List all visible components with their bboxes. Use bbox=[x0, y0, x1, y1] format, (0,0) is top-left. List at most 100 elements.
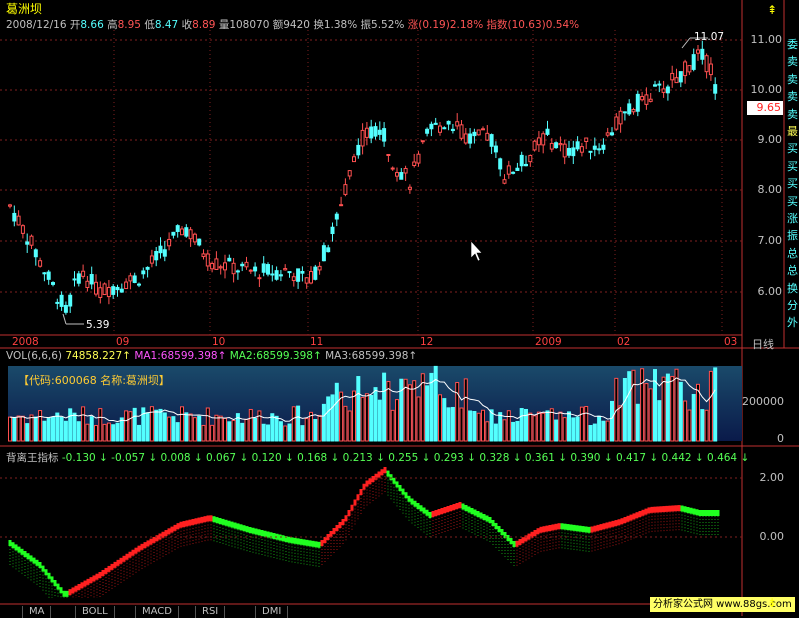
indicator-mark bbox=[545, 525, 549, 532]
volume-bar bbox=[631, 369, 636, 442]
indicator-mark bbox=[428, 512, 432, 518]
tab-rsi[interactable]: RSI bbox=[195, 606, 226, 618]
candle-body bbox=[395, 172, 399, 177]
tab-dmi[interactable]: DMI bbox=[255, 606, 289, 618]
side-button[interactable]: 买 bbox=[786, 160, 799, 174]
volume-bar bbox=[635, 403, 640, 442]
candle-body bbox=[33, 249, 38, 258]
x-label: 12 bbox=[420, 336, 434, 348]
candle-body bbox=[678, 71, 683, 83]
volume-bar bbox=[661, 376, 666, 442]
volume-bar bbox=[291, 406, 296, 442]
volume-bar bbox=[498, 412, 503, 442]
indicator-mark bbox=[227, 520, 231, 527]
side-button[interactable]: 买 bbox=[786, 195, 799, 209]
candle-body bbox=[8, 204, 12, 207]
indicator-mark bbox=[242, 525, 246, 532]
volume-bar bbox=[592, 423, 597, 442]
candle-body bbox=[352, 156, 356, 163]
volume-bar bbox=[657, 400, 662, 442]
volume-bar bbox=[601, 420, 606, 442]
side-button[interactable]: 卖 bbox=[786, 73, 799, 87]
side-button[interactable]: 买 bbox=[786, 177, 799, 191]
ma2-label: MA2: bbox=[229, 350, 257, 362]
volume-bar bbox=[94, 425, 98, 442]
candle-body bbox=[184, 227, 189, 237]
tab-boll[interactable]: BOLL bbox=[75, 606, 115, 618]
volume-bar bbox=[386, 381, 391, 442]
volume-bar bbox=[171, 416, 176, 442]
side-button[interactable]: 买 bbox=[786, 142, 799, 156]
volume-bar bbox=[124, 410, 129, 442]
side-button[interactable]: 外 bbox=[786, 316, 799, 330]
volume-bar bbox=[618, 405, 623, 442]
indicator-mark bbox=[302, 539, 306, 546]
indicator-mark bbox=[599, 524, 603, 531]
indicator-value: 0.361 ↓ bbox=[521, 452, 568, 464]
volume-bar bbox=[296, 405, 301, 442]
volume-bar bbox=[180, 406, 184, 442]
candle-body bbox=[291, 276, 296, 282]
indicator-mark bbox=[56, 583, 60, 590]
volume-bar bbox=[536, 411, 541, 442]
indicator-mark bbox=[122, 555, 126, 562]
x-label: 09 bbox=[116, 336, 130, 348]
volume-bar bbox=[472, 410, 477, 442]
indicator-value: -0.130 ↓ bbox=[61, 452, 108, 464]
side-button[interactable]: 涨 bbox=[786, 212, 799, 226]
candle-body bbox=[188, 229, 193, 240]
indicator-mark bbox=[11, 542, 15, 549]
candle-body bbox=[485, 132, 490, 141]
volume-bar bbox=[42, 420, 47, 442]
volume-bar bbox=[111, 424, 116, 442]
side-button[interactable]: 卖 bbox=[786, 108, 799, 122]
indicator-mark bbox=[602, 523, 606, 530]
indicator-mark bbox=[650, 506, 654, 513]
ind-tick: 2.00 bbox=[759, 471, 785, 484]
stock-chart[interactable] bbox=[0, 0, 799, 616]
indicator-mark bbox=[14, 544, 18, 551]
indicator-mark bbox=[374, 473, 378, 480]
volume-bar bbox=[515, 420, 520, 442]
candle-body bbox=[601, 144, 606, 150]
candle-body bbox=[205, 253, 210, 267]
candle-body bbox=[657, 83, 662, 86]
volume-bar bbox=[8, 416, 12, 442]
tab-macd[interactable]: MACD bbox=[135, 606, 179, 618]
indicator-mark bbox=[401, 488, 405, 495]
indicator-mark bbox=[623, 517, 627, 523]
side-button[interactable]: 卖 bbox=[786, 55, 799, 69]
tab-ma[interactable]: MA bbox=[22, 606, 52, 618]
side-button[interactable]: 分 bbox=[786, 299, 799, 313]
indicator-mark bbox=[341, 519, 345, 525]
candle-body bbox=[137, 283, 141, 286]
indicator-mark bbox=[626, 515, 630, 522]
side-button[interactable]: 最 bbox=[786, 125, 799, 139]
indicator-mark bbox=[8, 540, 12, 546]
side-button[interactable]: 总 bbox=[786, 247, 799, 261]
indicator-mark bbox=[521, 537, 525, 544]
volume-bar bbox=[287, 423, 292, 442]
side-button[interactable]: 卖 bbox=[786, 90, 799, 104]
candle-body bbox=[532, 140, 537, 151]
indicator-mark bbox=[512, 541, 516, 547]
volume-bar bbox=[704, 409, 709, 442]
indicator-mark bbox=[296, 538, 300, 545]
indicator-value: 0.255 ↓ bbox=[384, 452, 431, 464]
volume-bar bbox=[102, 423, 107, 442]
side-button[interactable]: 委 bbox=[786, 38, 799, 52]
indicator-mark bbox=[476, 511, 480, 517]
indicator-mark bbox=[413, 500, 417, 507]
side-button[interactable]: 换 bbox=[786, 282, 799, 296]
volume-bar bbox=[25, 423, 30, 442]
indicator-mark bbox=[155, 535, 159, 542]
volume-bar bbox=[571, 417, 576, 442]
volume-bar bbox=[687, 409, 692, 442]
side-button[interactable]: 总 bbox=[786, 264, 799, 278]
volume-bar bbox=[76, 421, 81, 442]
candle-body bbox=[240, 263, 245, 267]
candle-body bbox=[283, 268, 288, 271]
side-button[interactable]: 振 bbox=[786, 229, 799, 243]
indicator-value: 0.168 ↓ bbox=[293, 452, 340, 464]
scroll-down-icon[interactable]: ⇟ bbox=[767, 596, 777, 610]
